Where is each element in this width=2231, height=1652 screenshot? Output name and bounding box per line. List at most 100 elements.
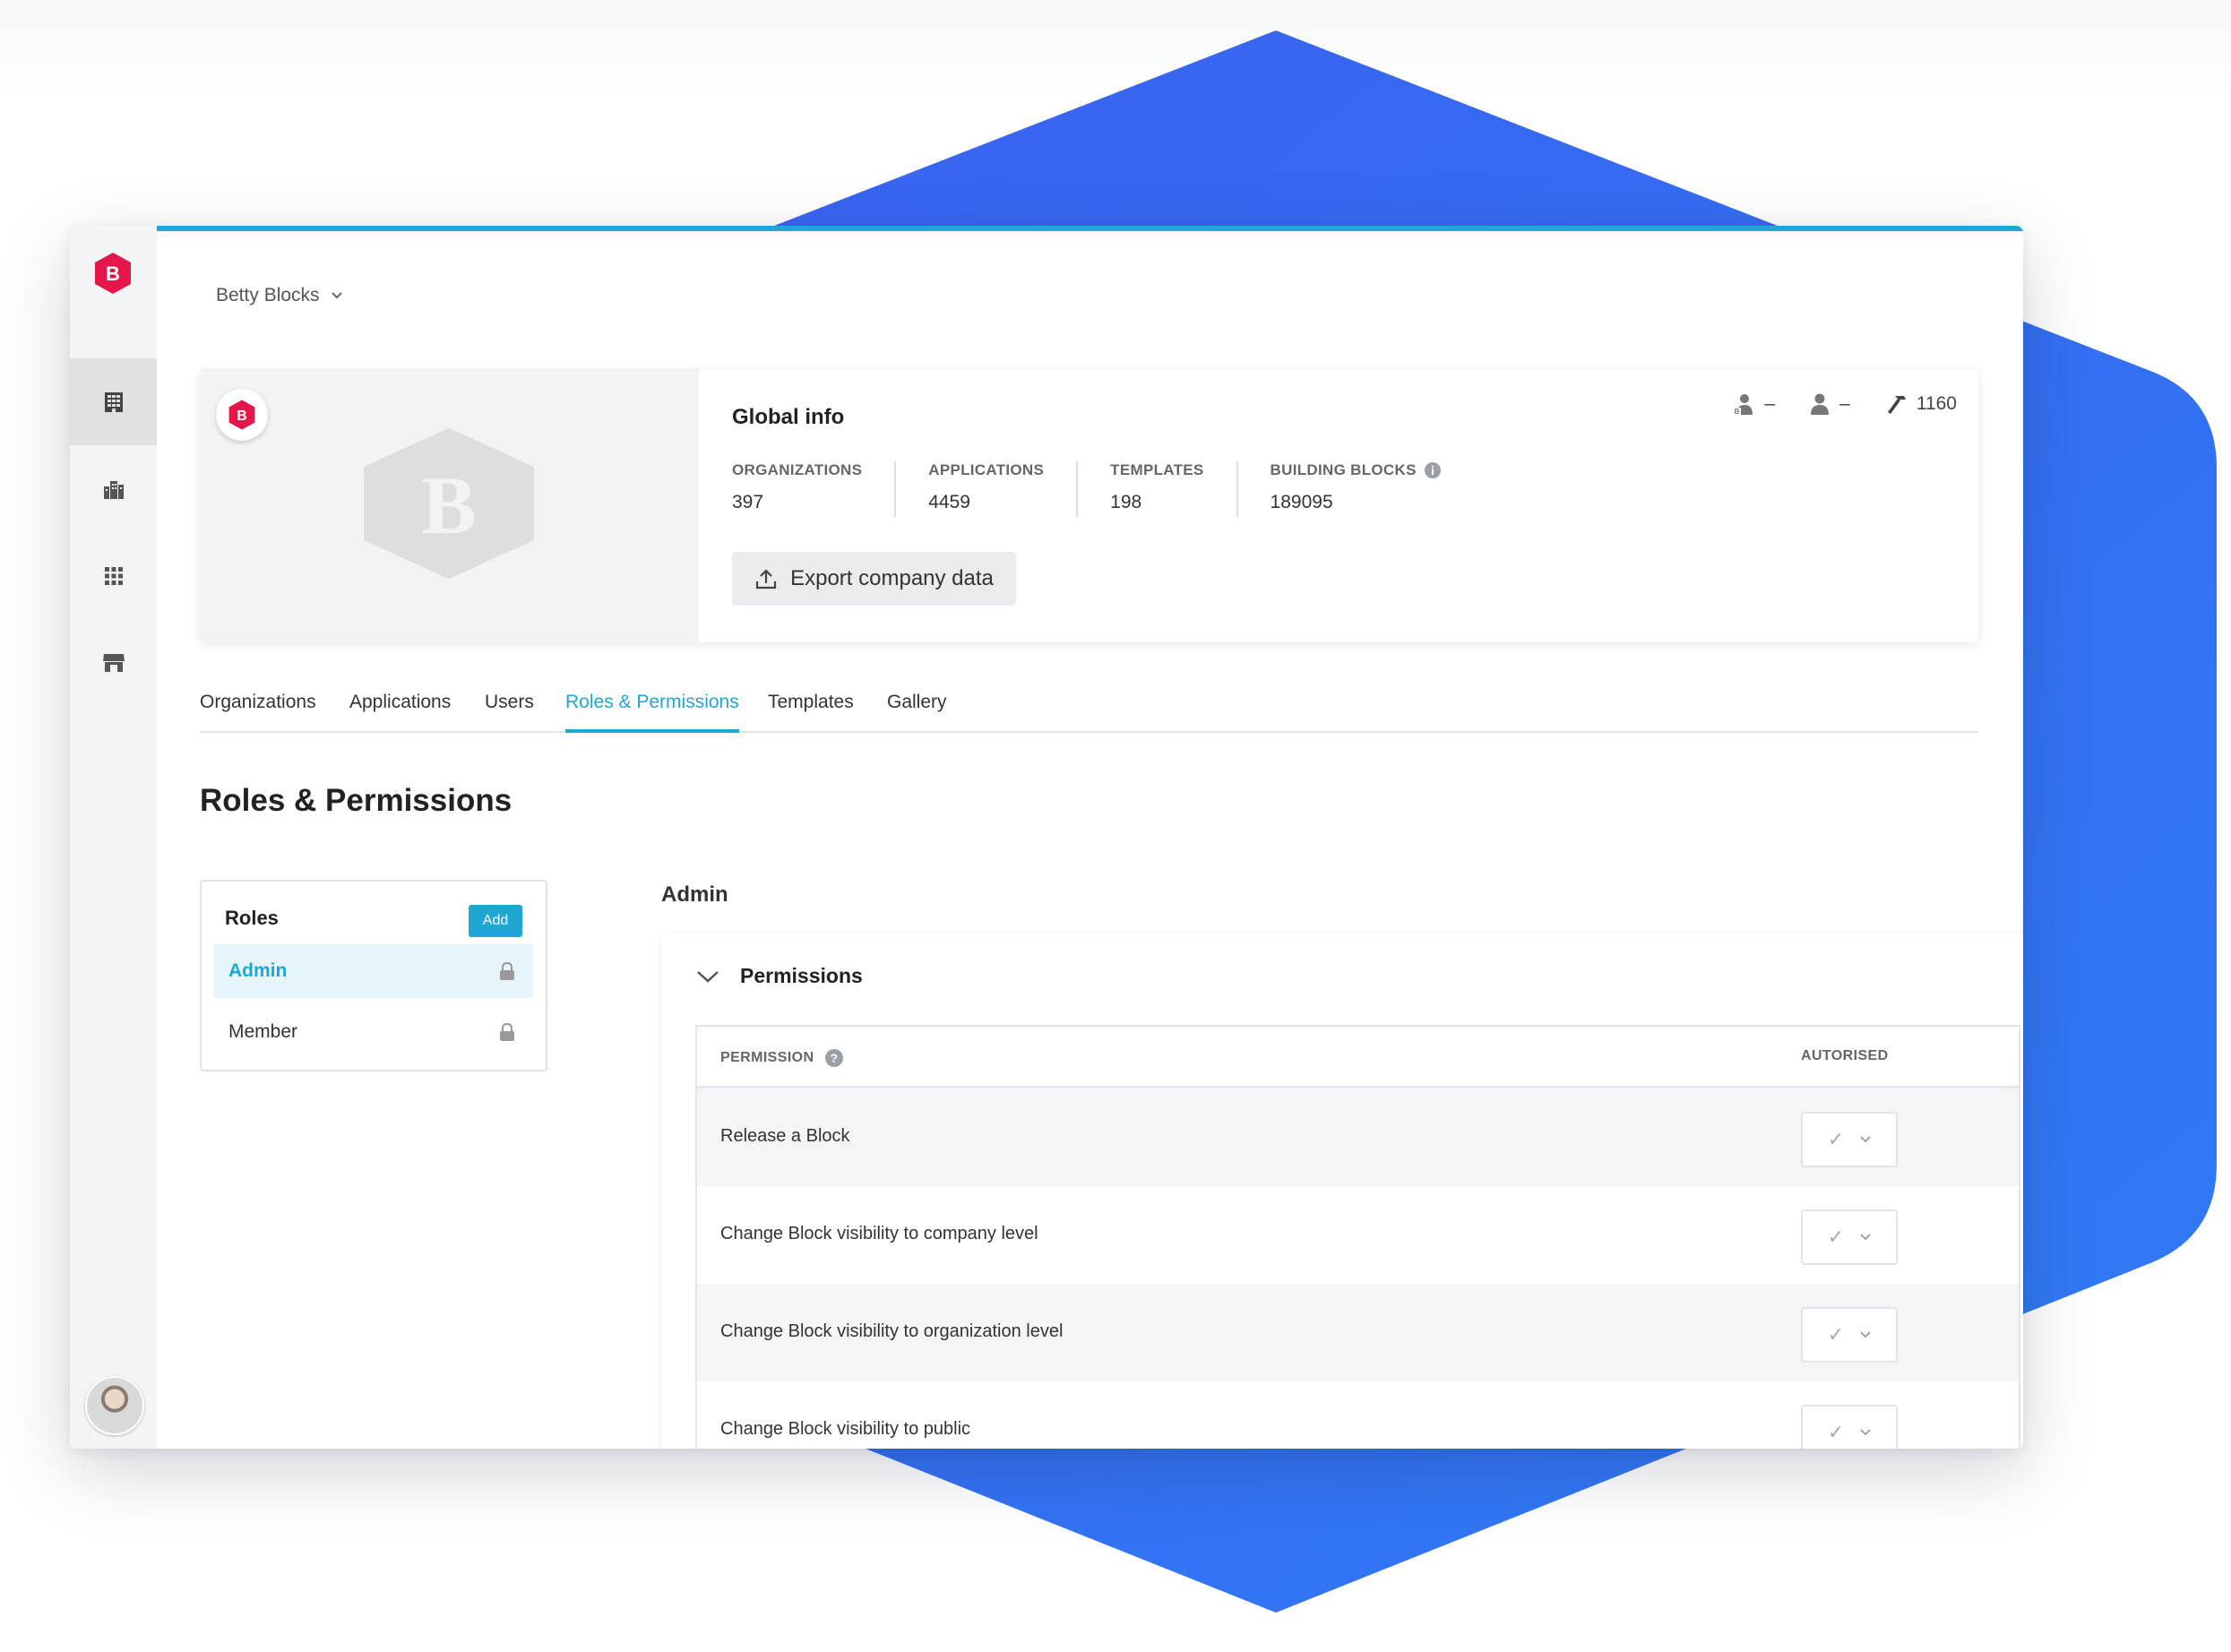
role-item-admin[interactable]: Admin (214, 944, 533, 998)
user-avatar[interactable] (85, 1376, 144, 1435)
stat-value: 4459 (928, 492, 970, 512)
sidebar-item-company[interactable] (70, 358, 157, 445)
lock-icon (500, 1023, 514, 1041)
counter-builders: B – (1732, 392, 1775, 416)
check-icon: ✓ (1827, 1226, 1845, 1248)
role-detail-title: Admin (661, 882, 728, 907)
permissions-label: Permissions (740, 964, 863, 987)
user-icon (1811, 393, 1830, 415)
stat-templates: TEMPLATES 198 (1110, 461, 1238, 517)
hammer-icon (1887, 396, 1906, 414)
counter-users: – (1809, 392, 1850, 416)
company-name: Betty Blocks (216, 285, 320, 305)
company-logo-area: B B (200, 369, 699, 642)
company-placeholder-logo-icon: B (364, 428, 534, 579)
check-icon: ✓ (1827, 1421, 1845, 1443)
column-header-permission: PERMISSION ? (720, 1048, 844, 1068)
role-name: Admin (228, 960, 288, 981)
svg-text:B: B (1735, 408, 1740, 416)
permission-name: Change Block visibility to company level (720, 1224, 1038, 1243)
tab-gallery[interactable]: Gallery (887, 692, 947, 729)
check-icon: ✓ (1827, 1323, 1845, 1346)
stat-label: TEMPLATES (1110, 461, 1204, 478)
sidebar-item-organizations[interactable] (70, 445, 157, 532)
tab-applications[interactable]: Applications (349, 692, 451, 729)
table-row: Change Block visibility to company level… (697, 1186, 2019, 1284)
chevron-down-icon (697, 970, 719, 983)
stat-label: BUILDING BLOCKS (1270, 461, 1417, 478)
column-header-authorised: AUTORISED (1801, 1048, 1889, 1063)
add-role-button[interactable]: Add (469, 905, 522, 937)
lock-icon (500, 962, 514, 980)
global-info-title: Global info (732, 405, 845, 429)
builders-icon: B (1733, 394, 1753, 416)
store-icon (102, 653, 125, 672)
svg-text:B: B (237, 409, 246, 424)
export-button-label: Export company data (790, 566, 994, 590)
roles-header: Roles (225, 907, 279, 929)
authorised-select[interactable]: ✓ (1801, 1209, 1898, 1265)
column-label: PERMISSION (720, 1050, 814, 1065)
help-icon[interactable]: ? (824, 1048, 844, 1068)
tab-bar: Organizations Applications Users Roles &… (200, 692, 1978, 733)
page-title: Roles & Permissions (200, 783, 513, 818)
stat-label: APPLICATIONS (928, 461, 1045, 478)
sidebar: B (70, 226, 157, 1449)
betty-blocks-logo-icon[interactable]: B (90, 251, 135, 296)
stat-applications: APPLICATIONS 4459 (928, 461, 1079, 517)
svg-text:B: B (106, 262, 120, 285)
chevron-down-icon (331, 292, 342, 299)
stat-building-blocks: BUILDING BLOCKS 189095 (1271, 461, 1474, 517)
apps-grid-icon (104, 566, 123, 585)
counter-value: – (1839, 393, 1850, 414)
permissions-collapse-toggle[interactable]: Permissions (695, 964, 863, 988)
app-window: B Betty Blocks B B Global info ORGANIZAT… (70, 226, 2023, 1449)
global-info-card: B B Global info ORGANIZATIONS 397 APPLIC… (200, 369, 1978, 642)
permission-name: Change Block visibility to public (720, 1419, 971, 1439)
authorised-select[interactable]: ✓ (1801, 1112, 1898, 1167)
tab-roles-permissions[interactable]: Roles & Permissions (565, 692, 739, 733)
chevron-down-icon (1860, 1234, 1871, 1241)
counter-blocks: 1160 (1884, 392, 1957, 416)
stat-label-wrapper: BUILDING BLOCKS (1271, 461, 1442, 479)
chevron-down-icon (1860, 1331, 1871, 1338)
tab-organizations[interactable]: Organizations (200, 692, 316, 729)
table-header: PERMISSION ? AUTORISED (697, 1027, 2019, 1088)
permission-name: Change Block visibility to organization … (720, 1321, 1064, 1341)
permissions-panel: Permissions PERMISSION ? AUTORISED Relea… (661, 934, 2023, 1449)
svg-text:?: ? (831, 1051, 839, 1065)
stat-value: 397 (732, 492, 764, 512)
sidebar-item-store[interactable] (70, 619, 157, 706)
stats-row: ORGANIZATIONS 397 APPLICATIONS 4459 TEMP… (732, 461, 1506, 517)
upload-icon (755, 569, 777, 589)
stat-organizations: ORGANIZATIONS 397 (732, 461, 897, 517)
table-row: Release a Block ✓ (697, 1088, 2019, 1186)
stat-label: ORGANIZATIONS (732, 461, 863, 478)
role-name: Member (228, 1021, 298, 1042)
betty-blocks-small-logo-icon: B (228, 400, 255, 430)
info-icon[interactable] (1424, 461, 1442, 479)
chevron-down-icon (1860, 1136, 1871, 1143)
city-icon (103, 480, 124, 499)
counter-value: – (1764, 393, 1776, 414)
tab-users[interactable]: Users (485, 692, 534, 729)
table-row: Change Block visibility to organization … (697, 1284, 2019, 1381)
counters: B – – 1160 (1732, 392, 1957, 416)
role-item-member[interactable]: Member (214, 1005, 533, 1059)
tab-templates[interactable]: Templates (768, 692, 854, 729)
sidebar-item-applications[interactable] (70, 532, 157, 619)
building-grid-icon (104, 391, 123, 412)
main-content: Betty Blocks B B Global info ORGANIZATIO… (157, 226, 2023, 1449)
stat-value: 189095 (1270, 492, 1333, 512)
counter-value: 1160 (1916, 393, 1957, 414)
authorised-select[interactable]: ✓ (1801, 1307, 1898, 1363)
chevron-down-icon (1860, 1429, 1871, 1436)
check-icon: ✓ (1827, 1128, 1845, 1150)
permission-name: Release a Block (720, 1126, 850, 1146)
export-company-data-button[interactable]: Export company data (732, 552, 1016, 606)
svg-text:B: B (421, 460, 476, 551)
table-row: Change Block visibility to public ✓ (697, 1381, 2019, 1449)
authorised-select[interactable]: ✓ (1801, 1405, 1898, 1449)
company-selector[interactable]: Betty Blocks (216, 285, 343, 306)
roles-panel: Roles Add Admin Member (200, 880, 547, 1071)
